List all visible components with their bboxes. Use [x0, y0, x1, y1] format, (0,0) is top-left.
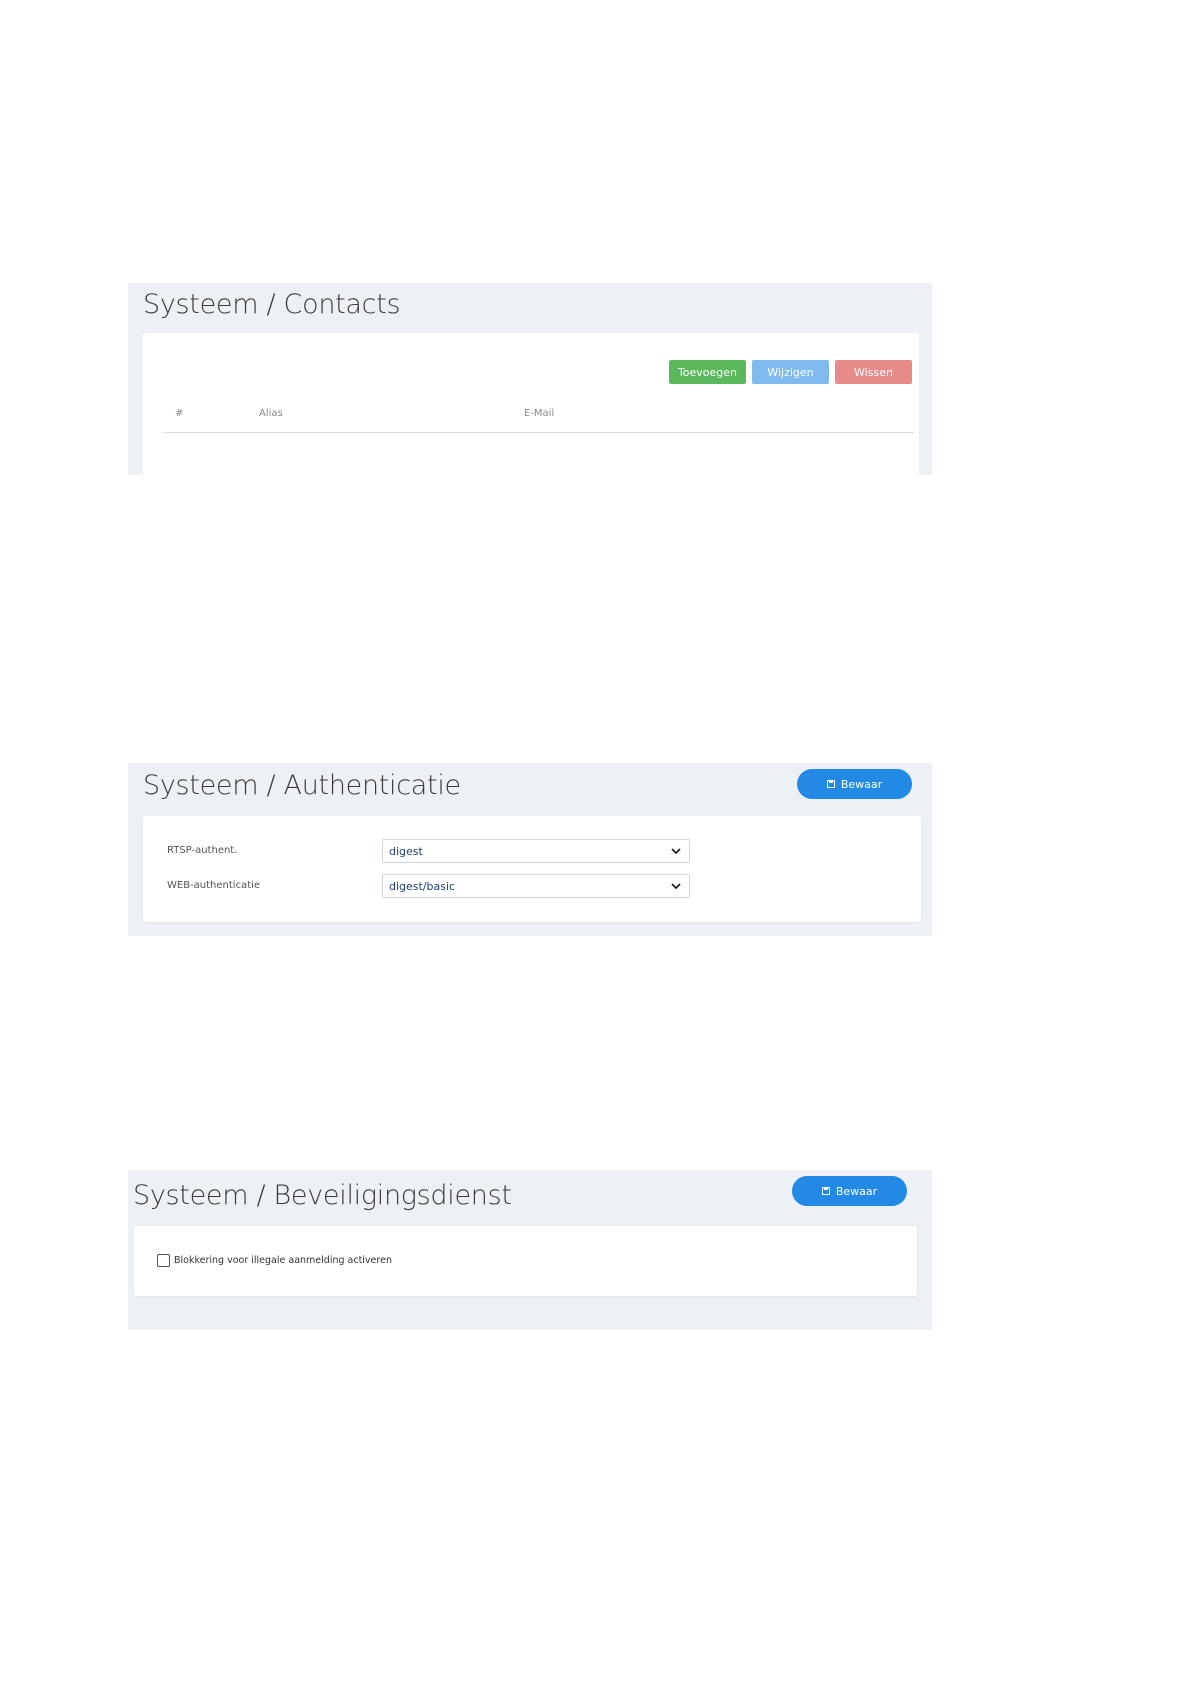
- illegal-login-block-label[interactable]: Blokkering voor illegale aanmelding acti…: [174, 1255, 392, 1266]
- page-title: Systeem / Beveiligingsdienst: [133, 1180, 512, 1211]
- delete-contact-button[interactable]: Wissen: [835, 360, 912, 384]
- add-contact-button[interactable]: Toevoegen: [669, 360, 746, 384]
- auth-card: RTSP-authent. digest WEB-authenticatie d…: [143, 816, 921, 922]
- column-header-index[interactable]: #: [175, 408, 183, 419]
- page-title: Systeem / Authenticatie: [143, 770, 461, 801]
- contacts-card: Toevoegen Wijzigen Wissen # Alias E-Mail: [143, 333, 919, 475]
- save-icon: [821, 1187, 830, 1195]
- chevron-down-icon: [671, 848, 681, 855]
- illegal-login-block-checkbox[interactable]: [157, 1254, 170, 1267]
- column-header-alias[interactable]: Alias: [259, 408, 283, 419]
- web-auth-value: digest/basic: [389, 880, 456, 893]
- column-header-email[interactable]: E-Mail: [524, 408, 554, 419]
- rtsp-auth-value: digest: [389, 845, 423, 858]
- web-auth-select[interactable]: digest/basic: [382, 874, 690, 898]
- edit-contact-button[interactable]: Wijzigen: [752, 360, 829, 384]
- rtsp-auth-select[interactable]: digest: [382, 839, 690, 863]
- web-auth-label: WEB-authenticatie: [167, 880, 261, 891]
- save-button[interactable]: Bewaar: [797, 769, 912, 799]
- security-card: Blokkering voor illegale aanmelding acti…: [134, 1226, 917, 1296]
- save-button[interactable]: Bewaar: [792, 1176, 907, 1206]
- auth-panel: Systeem / Authenticatie Bewaar RTSP-auth…: [128, 763, 932, 936]
- page-title: Systeem / Contacts: [143, 289, 401, 320]
- table-header-divider: [163, 432, 914, 433]
- contacts-panel: Systeem / Contacts Toevoegen Wijzigen Wi…: [128, 283, 932, 475]
- security-panel: Systeem / Beveiligingsdienst Bewaar Blok…: [128, 1170, 932, 1330]
- chevron-down-icon: [671, 883, 681, 890]
- rtsp-auth-label: RTSP-authent.: [167, 845, 238, 856]
- save-icon: [826, 780, 835, 788]
- save-button-label: Bewaar: [840, 777, 883, 791]
- save-button-label: Bewaar: [835, 1184, 878, 1198]
